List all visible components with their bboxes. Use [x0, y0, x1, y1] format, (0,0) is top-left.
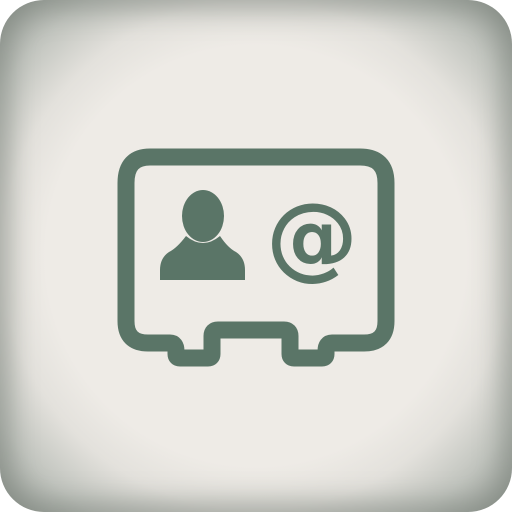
- contact-card-app-icon[interactable]: @: [0, 0, 512, 512]
- contact-card-icon: @: [117, 148, 395, 367]
- at-symbol-icon: @: [266, 183, 358, 290]
- person-icon: [160, 190, 245, 280]
